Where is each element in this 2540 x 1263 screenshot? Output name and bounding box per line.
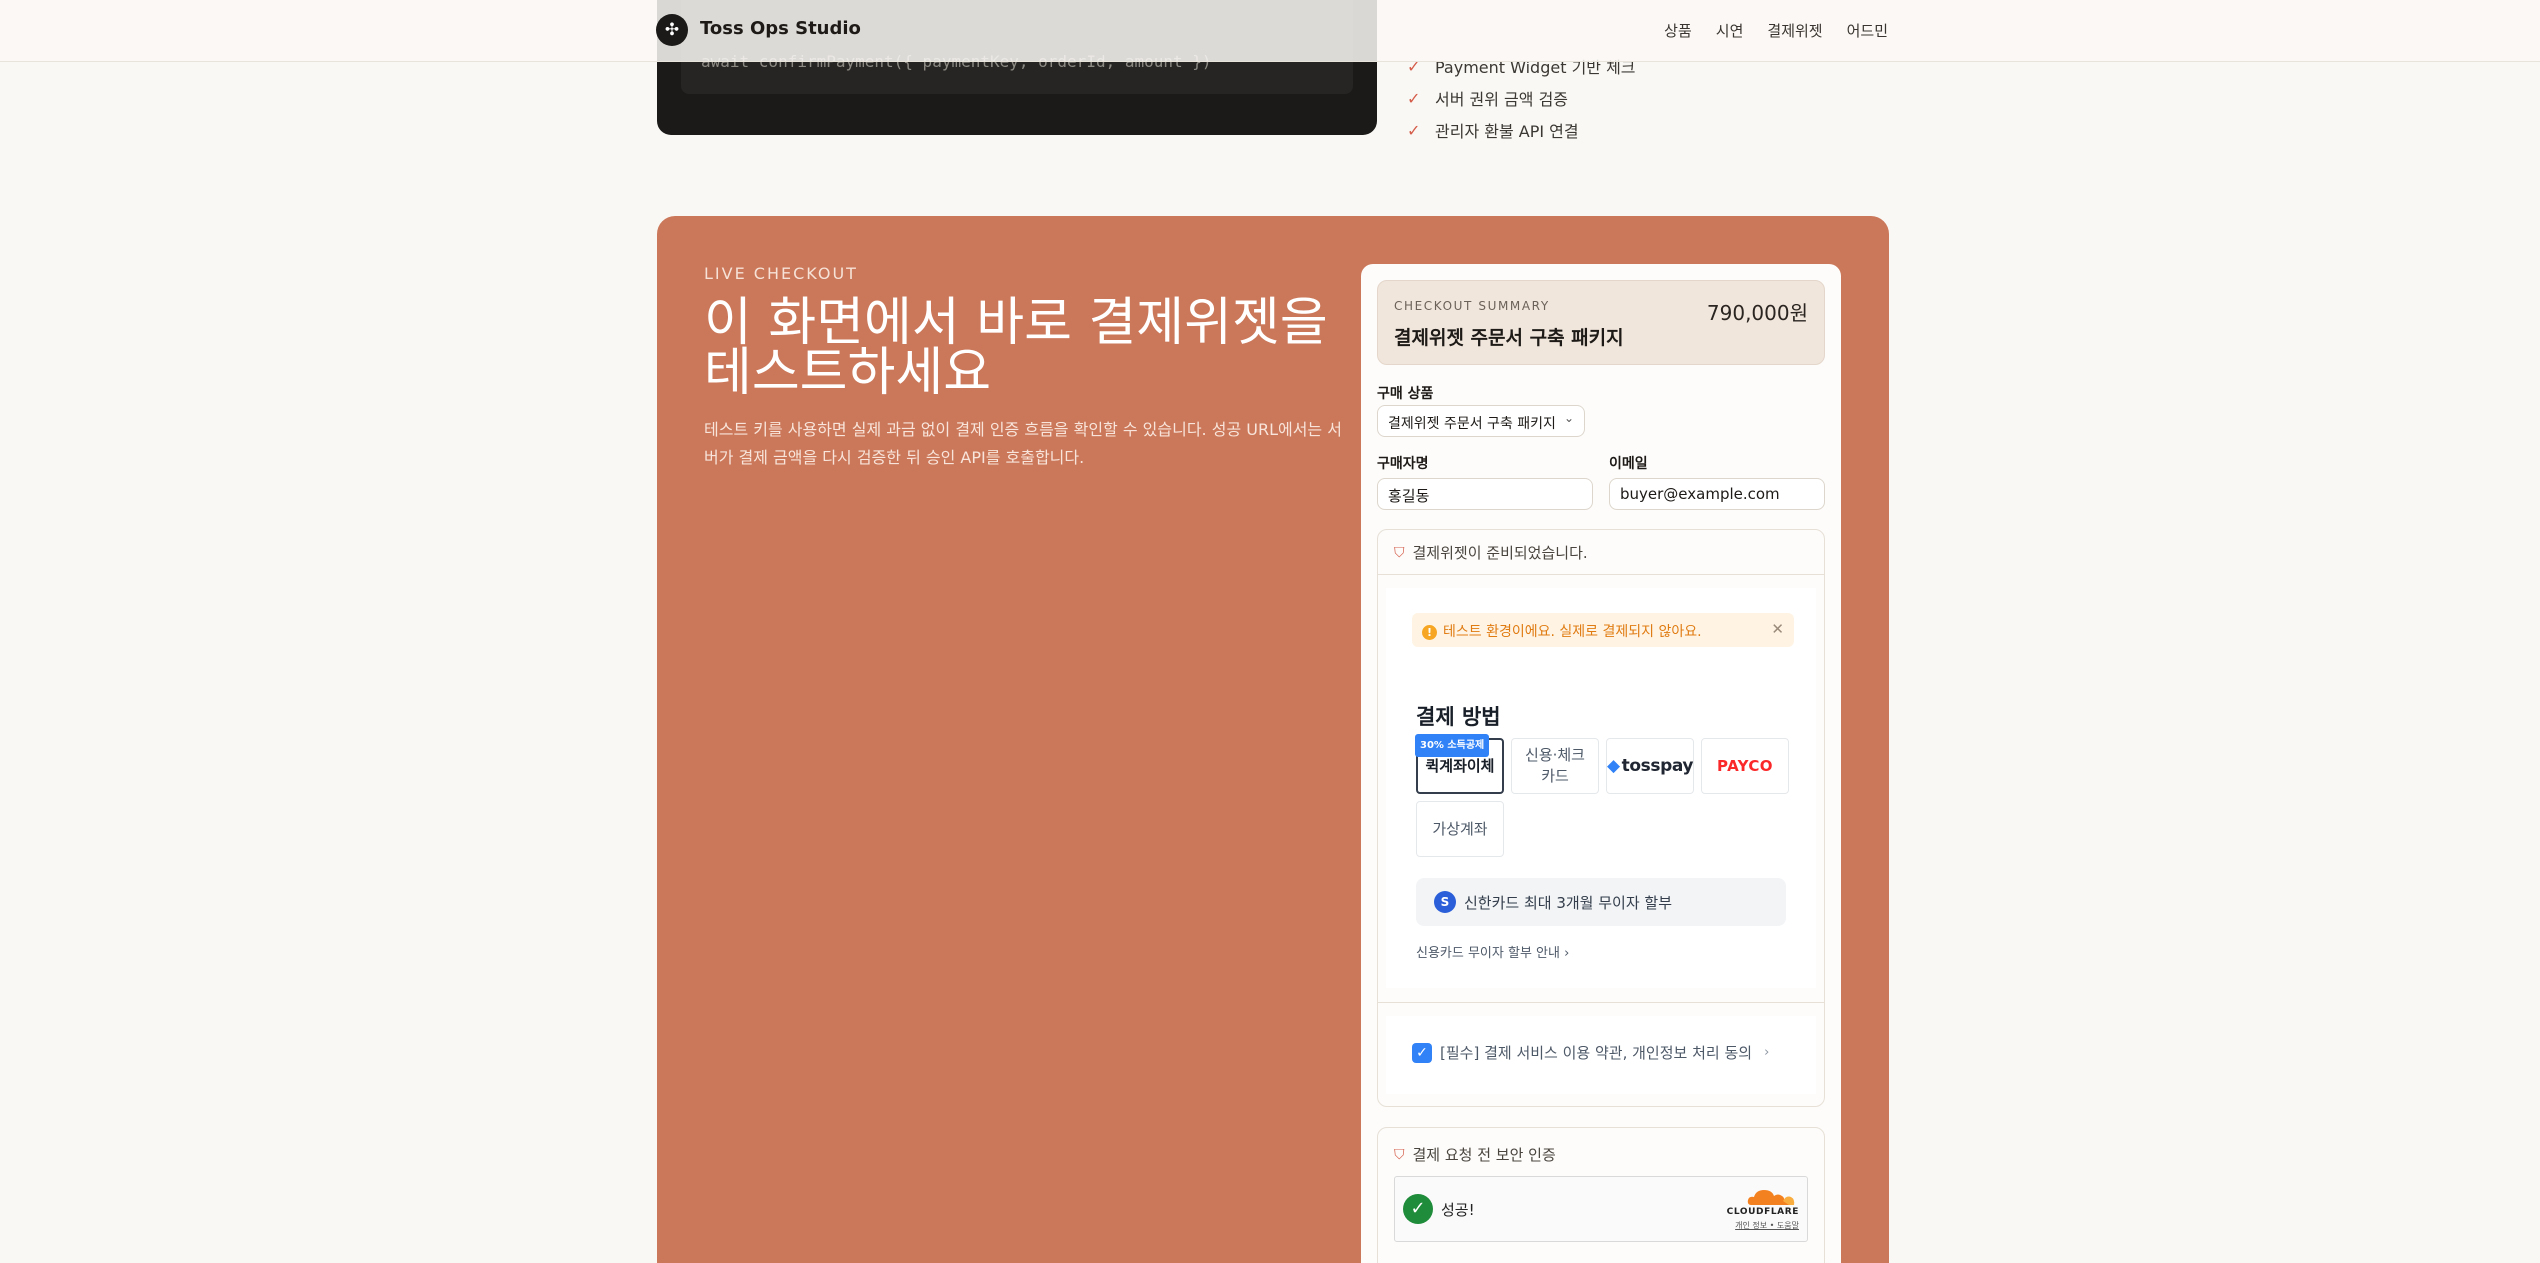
product-label: 구매 상품 <box>1377 386 1434 402</box>
tosspay-logo: ◆ tosspay <box>1606 755 1694 776</box>
method-tosspay[interactable]: ◆ tosspay <box>1606 738 1694 794</box>
payment-widget-box: ⛉ 결제위젯이 준비되었습니다. ! 테스트 환경이에요. 실제로 결제되지 않아… <box>1377 529 1825 1107</box>
shield-icon: ⛉ <box>1394 544 1405 561</box>
email-input[interactable]: buyer@example.com <box>1609 478 1825 510</box>
chevron-right-icon[interactable]: › <box>1764 1045 1769 1060</box>
method-card[interactable]: 신용·체크카드 <box>1511 738 1599 794</box>
cloudflare-logo: CLOUDFLARE <box>1726 1207 1799 1217</box>
buyer-label: 구매자명 <box>1377 456 1429 472</box>
nav-payment-widget[interactable]: 결제위젯 <box>1767 20 1822 41</box>
product-select[interactable]: 결제위젯 주문서 구축 패키지 ⌄ <box>1377 405 1585 437</box>
product-select-value: 결제위젯 주문서 구축 패키지 <box>1388 416 1556 432</box>
warning-icon: ! <box>1422 625 1437 640</box>
summary-product-title: 결제위젯 주문서 구축 패키지 <box>1394 327 1624 349</box>
agreement-widget: ✓ [필수] 결제 서비스 이용 약관, 개인정보 처리 동의 › <box>1386 1016 1816 1094</box>
shinhan-card-icon: S <box>1434 891 1456 913</box>
success-check-icon: ✓ <box>1403 1194 1433 1224</box>
method-virtual-account[interactable]: 가상계좌 <box>1416 801 1504 857</box>
shield-icon: ⛉ <box>1394 1146 1405 1163</box>
method-payco[interactable]: PAYCO <box>1701 738 1789 794</box>
payment-methods-widget: ! 테스트 환경이에요. 실제로 결제되지 않아요. ✕ 결제 방법 30% 소득… <box>1386 588 1816 988</box>
turnstile-status: 성공! <box>1441 1201 1475 1219</box>
payco-logo: PAYCO <box>1717 756 1773 775</box>
feature-checklist: ✓ Payment Widget 기반 체크 ✓ 서버 권위 금액 검증 ✓ 관리자 … <box>1407 50 1636 146</box>
summary-label: CHECKOUT SUMMARY <box>1394 299 1550 313</box>
section-eyebrow: LIVE CHECKOUT <box>704 264 858 283</box>
nav-admin[interactable]: 어드민 <box>1847 20 1888 41</box>
email-label: 이메일 <box>1609 456 1648 472</box>
section-title: 이 화면에서 바로 결제위젯을 테스트하세요 <box>704 293 1328 403</box>
deduction-badge: 30% 소득공제 <box>1415 734 1490 757</box>
checkout-card: CHECKOUT SUMMARY 790,000원 결제위젯 주문서 구축 패키… <box>1361 264 1841 1263</box>
nav-demo[interactable]: 시연 <box>1716 20 1744 41</box>
brand-name[interactable]: Toss Ops Studio <box>700 18 861 39</box>
checkout-summary: CHECKOUT SUMMARY 790,000원 결제위젯 주문서 구축 패키… <box>1377 280 1825 365</box>
toss-logo-icon: ◆ <box>1606 755 1620 776</box>
verify-title: ⛉ 결제 요청 전 보안 인증 <box>1394 1146 1556 1164</box>
turnstile-links[interactable]: 개인 정보 • 도움말 <box>1735 1220 1799 1231</box>
chevron-right-icon: › <box>1564 946 1570 961</box>
close-icon[interactable]: ✕ <box>1771 620 1784 638</box>
buyer-name-input[interactable]: 홍길동 <box>1377 478 1593 510</box>
chevron-down-icon: ⌄ <box>1563 411 1574 425</box>
check-icon: ✓ <box>1407 120 1421 140</box>
brand-logo-icon[interactable]: ✣ <box>656 14 688 46</box>
checklist-item: ✓ 관리자 환불 API 연결 <box>1407 120 1579 142</box>
security-verification-box: ⛉ 결제 요청 전 보안 인증 ✓ 성공! CLOUDFLARE 개인 정보 •… <box>1377 1127 1825 1263</box>
section-description: 테스트 키를 사용하면 실제 과금 없이 결제 인증 흐름을 확인할 수 있습니… <box>704 420 1342 467</box>
top-header: ✣ Toss Ops Studio 상품 시연 결제위젯 어드민 <box>0 0 2540 62</box>
cloudflare-cloud-icon <box>1747 1190 1795 1205</box>
nav-products[interactable]: 상품 <box>1664 20 1692 41</box>
summary-price: 790,000원 <box>1706 301 1808 325</box>
live-checkout-section: LIVE CHECKOUT 이 화면에서 바로 결제위젯을 테스트하세요 테스트… <box>657 216 1889 1263</box>
installment-info-link[interactable]: 신용카드 무이자 할부 안내 › <box>1416 942 1569 961</box>
turnstile-widget[interactable]: ✓ 성공! CLOUDFLARE 개인 정보 • 도움말 <box>1394 1176 1808 1242</box>
divider <box>1378 1002 1824 1003</box>
widget-status: ⛉ 결제위젯이 준비되었습니다. <box>1394 544 1588 562</box>
check-icon: ✓ <box>1407 88 1421 108</box>
divider <box>1378 574 1824 575</box>
main-nav: 상품 시연 결제위젯 어드민 <box>1664 20 1888 41</box>
agreement-checkbox[interactable]: ✓ <box>1412 1042 1432 1063</box>
agreement-row[interactable]: ✓ [필수] 결제 서비스 이용 약관, 개인정보 처리 동의 › <box>1412 1042 1769 1063</box>
method-quick-transfer[interactable]: 30% 소득공제 퀵계좌이체 <box>1415 734 1504 794</box>
checklist-item: ✓ 서버 권위 금액 검증 <box>1407 88 1569 110</box>
payment-methods-title: 결제 방법 <box>1416 705 1501 729</box>
test-env-alert: ! 테스트 환경이에요. 실제로 결제되지 않아요. ✕ <box>1412 613 1794 647</box>
card-promo-banner[interactable]: S 신한카드 최대 3개월 무이자 할부 <box>1416 878 1786 926</box>
